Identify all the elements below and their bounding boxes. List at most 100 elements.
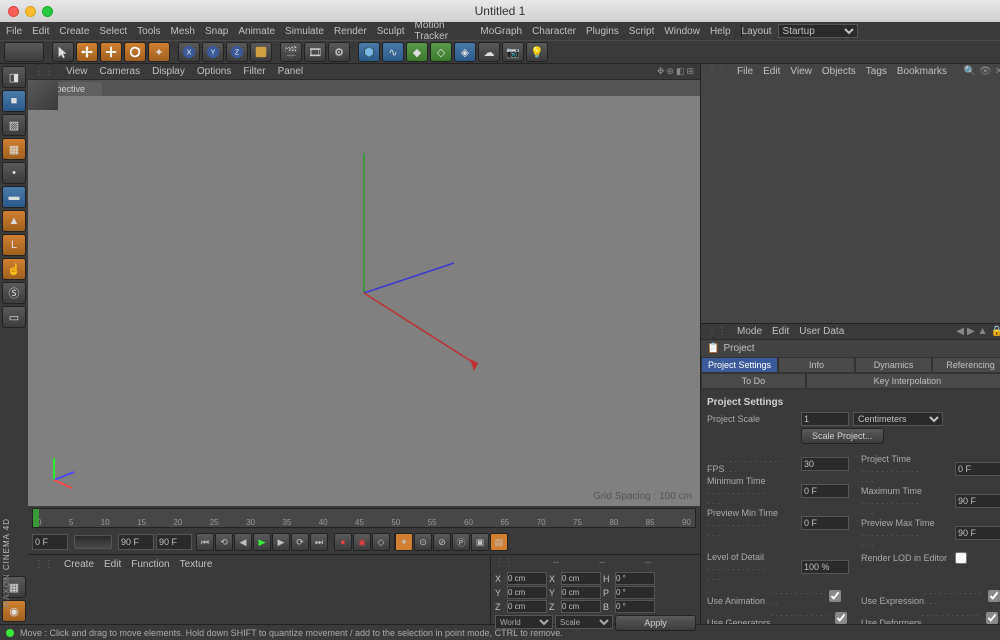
proj-scale-input[interactable] [801,412,849,426]
prev-min-input[interactable] [801,516,849,530]
objmenu-bookmarks[interactable]: Bookmarks [897,66,947,77]
current-frame-input[interactable] [118,534,154,550]
objmenu-objects[interactable]: Objects [822,66,856,77]
pos-z-input[interactable] [507,600,547,613]
rot-p-input[interactable] [615,586,655,599]
key-b2-icon[interactable]: ▤ [490,533,508,551]
cube-primitive-icon[interactable] [358,42,380,62]
autokey-icon[interactable]: ◉ [353,533,371,551]
matmenu-function[interactable]: Function [131,559,169,570]
menu-motiontracker[interactable]: Motion Tracker [415,20,471,42]
coord-mode-select[interactable]: Scale [555,615,613,629]
start-frame-input[interactable] [32,534,68,550]
recent-tool-icon[interactable]: ✦ [148,42,170,62]
edge-mode-icon[interactable]: ▬ [2,186,26,208]
attr-up-icon[interactable]: ▲ [978,326,988,337]
objmenu-view[interactable]: View [790,66,812,77]
key-opt-icon[interactable]: ⊙ [414,533,432,551]
matmenu-create[interactable]: Create [64,559,94,570]
move-icon[interactable] [76,42,98,62]
step-back-icon[interactable]: ◀ [234,533,252,551]
viewmenu-panel[interactable]: Panel [278,66,304,77]
step-rewind-icon[interactable]: ⟲ [215,533,233,551]
key-p-icon[interactable]: Ⓟ [452,533,470,551]
texture-mode-icon[interactable]: ▨ [2,114,26,136]
size-z-input[interactable] [561,600,601,613]
rotate-icon[interactable] [124,42,146,62]
use-expr-check[interactable] [988,590,1000,602]
use-anim-check[interactable] [829,590,841,602]
viewmenu-filter[interactable]: Filter [243,66,265,77]
objmenu-file[interactable]: File [737,66,753,77]
end-frame-input[interactable] [156,534,192,550]
step-fwd-icon[interactable]: ▶ [272,533,290,551]
goto-end-icon[interactable]: ⏭ [310,533,328,551]
rot-h-input[interactable] [615,572,655,585]
size-x-input[interactable] [561,572,601,585]
tab-key-interp[interactable]: Key Interpolation [806,373,1000,389]
objmenu-edit[interactable]: Edit [763,66,780,77]
x-axis-icon[interactable]: X [178,42,200,62]
viewport[interactable]: Grid Spacing : 100 cm [28,96,700,506]
coord-sys-icon[interactable] [250,42,272,62]
obj-eye-icon[interactable]: 👁 [979,66,992,77]
prev-max-input[interactable] [955,526,1000,540]
key-marker-icon[interactable]: ⊘ [433,533,451,551]
record-icon[interactable]: ● [334,533,352,551]
fast-fwd-icon[interactable]: ⟳ [291,533,309,551]
viewmenu-view[interactable]: View [66,66,88,77]
menu-edit[interactable]: Edit [32,26,49,37]
deformer-icon[interactable]: ◈ [454,42,476,62]
menu-render[interactable]: Render [334,26,367,37]
attrmenu-edit[interactable]: Edit [772,326,789,337]
menu-window[interactable]: Window [664,26,700,37]
workplane-icon[interactable]: ▭ [2,306,26,328]
menu-sculpt[interactable]: Sculpt [377,26,405,37]
layout-select[interactable]: Startup [778,24,858,38]
play-icon[interactable]: ▶ [253,533,271,551]
menu-snap[interactable]: Snap [205,26,228,37]
max-time-input[interactable] [955,494,1000,508]
key-pos-icon[interactable]: ✦ [395,533,413,551]
attr-fwd-icon[interactable]: ▶ [967,326,975,337]
menu-help[interactable]: Help [710,26,731,37]
menu-file[interactable]: File [6,26,22,37]
attrmenu-userdata[interactable]: User Data [799,326,844,337]
obj-search-icon[interactable]: 🔍 [963,66,975,77]
fps-input[interactable] [801,457,849,471]
y-axis-icon[interactable]: Y [202,42,224,62]
proj-time-input[interactable] [955,462,1000,476]
spline-icon[interactable]: ∿ [382,42,404,62]
generator2-icon[interactable]: ◇ [430,42,452,62]
tab-referencing[interactable]: Referencing [932,357,1000,373]
tab-project-settings[interactable]: Project Settings [701,357,778,373]
scale-project-button[interactable]: Scale Project... [801,428,884,444]
matmenu-edit[interactable]: Edit [104,559,121,570]
axis-mode-icon[interactable]: L [2,234,26,256]
tab-todo[interactable]: To Do [701,373,806,389]
size-y-input[interactable] [561,586,601,599]
attr-back-icon[interactable]: ◀ [956,326,964,337]
apply-button[interactable]: Apply [615,615,696,631]
menu-mesh[interactable]: Mesh [171,26,195,37]
tweak-mode-icon[interactable]: ☝ [2,258,26,280]
tab-info[interactable]: Info [778,357,855,373]
render-settings-icon[interactable]: ⚙ [328,42,350,62]
vp-nav2-icon[interactable]: ⊕ [666,66,674,77]
use-gen-check[interactable] [835,612,847,624]
lod-input[interactable] [801,560,849,574]
viewmenu-cameras[interactable]: Cameras [100,66,141,77]
obj-x-icon[interactable]: ✕ [995,66,1000,77]
point-mode-icon[interactable]: • [2,162,26,184]
model-mode-icon[interactable]: ■ [2,90,26,112]
menu-tools[interactable]: Tools [137,26,160,37]
range-slider[interactable] [74,535,112,549]
checker-icon[interactable]: ▦ [2,138,26,160]
z-axis-icon[interactable]: Z [226,42,248,62]
use-def-check[interactable] [986,612,998,624]
render-view-icon[interactable]: 🎬 [280,42,302,62]
menu-create[interactable]: Create [59,26,89,37]
light-icon[interactable]: 💡 [526,42,548,62]
menu-script[interactable]: Script [629,26,655,37]
generator-icon[interactable]: ◆ [406,42,428,62]
